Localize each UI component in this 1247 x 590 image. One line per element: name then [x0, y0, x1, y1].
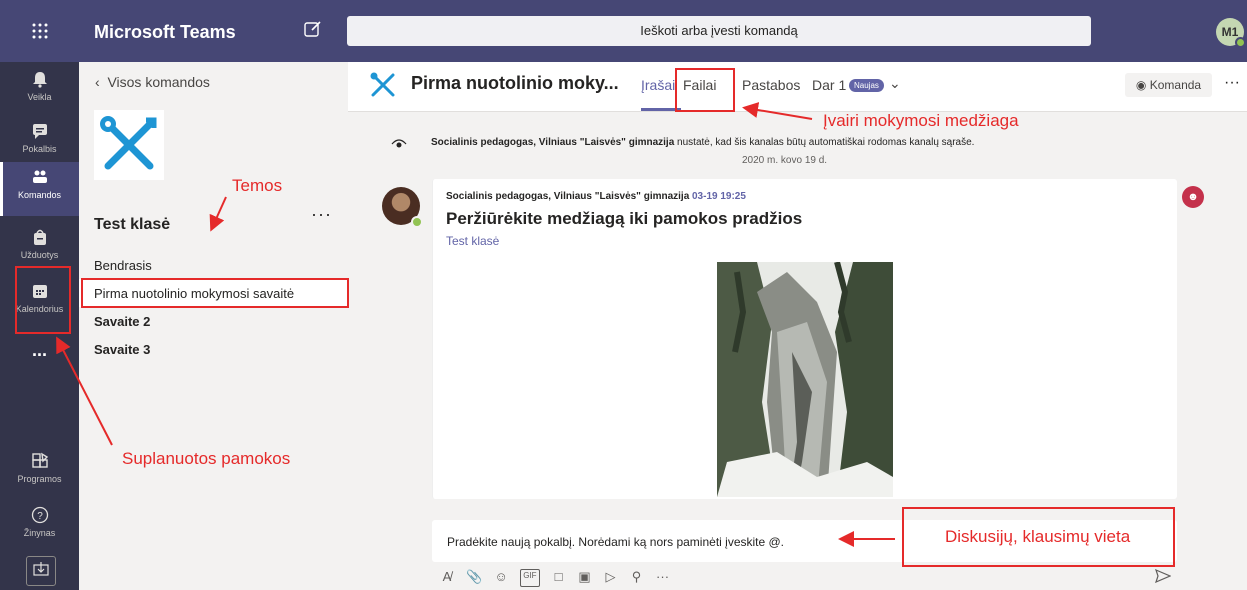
- participants-icon[interactable]: ☻: [1182, 186, 1204, 208]
- new-chat-icon[interactable]: [304, 20, 324, 40]
- emoji-icon[interactable]: ☺: [494, 569, 508, 587]
- tab-more[interactable]: Dar 1: [812, 77, 846, 93]
- chat-icon: [31, 122, 49, 140]
- download-icon[interactable]: [26, 556, 56, 586]
- assignments-icon: [31, 228, 49, 246]
- status-available-icon: [1235, 37, 1246, 48]
- system-message-author: Socialinis pedagogas, Vilniaus "Laisvės"…: [431, 137, 675, 148]
- channel-title: Pirma nuotolinio moky...: [411, 73, 619, 93]
- tab-posts[interactable]: Įrašai: [641, 77, 675, 93]
- eye-icon: [391, 138, 407, 153]
- new-badge: Naujas: [849, 79, 884, 92]
- rail-label: Komandos: [17, 190, 62, 200]
- avatar-initials: M1: [1221, 25, 1239, 39]
- post-image[interactable]: [717, 261, 893, 497]
- team-button-label: Komanda: [1149, 78, 1202, 92]
- bell-icon: [31, 70, 49, 88]
- gif-icon[interactable]: GIF: [520, 569, 540, 587]
- author-avatar: [382, 187, 423, 228]
- annotation-temos: Temos: [232, 176, 283, 195]
- tab-notes[interactable]: Pastabos: [742, 77, 800, 93]
- stream-icon[interactable]: ▷: [604, 569, 618, 587]
- system-message-text: nustatė, kad šis kanalas būtų automatišk…: [674, 137, 975, 148]
- teams-icon: [31, 168, 49, 186]
- back-label: Visos komandos: [107, 74, 210, 90]
- rail-label: Pokalbis: [22, 144, 57, 154]
- praise-icon[interactable]: ⚲: [630, 569, 644, 587]
- annotation-box-channel: [81, 278, 349, 308]
- rail-item-activity[interactable]: Veikla: [0, 64, 79, 118]
- rail-more-icon[interactable]: ...: [0, 340, 79, 370]
- team-button[interactable]: ◉ Komanda: [1125, 73, 1212, 97]
- channel-week-2[interactable]: Savaite 2: [94, 314, 150, 329]
- post-time: 03-19 19:25: [692, 191, 746, 202]
- channel-week-3[interactable]: Savaite 3: [94, 342, 150, 357]
- system-message-date: 2020 m. kovo 19 d.: [742, 155, 828, 166]
- annotation-box-files: [675, 68, 735, 112]
- annotation-planned: Suplanuotos pamokos: [122, 449, 291, 468]
- annotation-discussion: Diskusijų, klausimų vieta: [945, 527, 1131, 546]
- meet-now-icon[interactable]: ▣: [578, 569, 592, 587]
- annotation-box-calendar: [15, 266, 71, 334]
- status-available-icon: [411, 216, 423, 228]
- help-icon: ?: [31, 506, 49, 524]
- post-team-link[interactable]: Test klasė: [446, 234, 499, 248]
- post-subject: Peržiūrėkite medžiagą iki pamokos pradži…: [446, 209, 803, 228]
- apps-icon: [31, 452, 49, 470]
- rail-label: Veikla: [27, 92, 52, 102]
- attach-icon[interactable]: 📎: [466, 569, 482, 587]
- post-author: Socialinis pedagogas, Vilniaus "Laisvės"…: [446, 191, 690, 202]
- sticker-icon[interactable]: □: [552, 569, 566, 587]
- user-avatar[interactable]: M1: [1216, 18, 1246, 48]
- chevron-down-icon[interactable]: ⌄: [889, 75, 901, 92]
- channel-tools-icon: [368, 70, 398, 100]
- compose-input[interactable]: Pradėkite naują pokalbį. Norėdami ką nor…: [447, 535, 784, 549]
- search-input[interactable]: Ieškoti arba įvesti komandą: [347, 16, 1091, 46]
- system-message: Socialinis pedagogas, Vilniaus "Laisvės"…: [431, 137, 974, 148]
- chevron-left-icon: ‹: [95, 74, 108, 90]
- team-logo: [94, 110, 164, 180]
- app-title: Microsoft Teams: [94, 22, 236, 42]
- back-to-teams-link[interactable]: ‹ Visos komandos: [95, 74, 210, 90]
- compose-toolbar: A̸ 📎 ☺ GIF □ ▣ ▷ ⚲ ···: [440, 569, 670, 587]
- rail-label: Programos: [17, 474, 62, 484]
- svg-text:?: ?: [37, 511, 43, 522]
- more-options-icon[interactable]: ···: [656, 569, 670, 587]
- format-icon[interactable]: A̸: [440, 569, 454, 587]
- eye-icon: ◉: [1135, 78, 1150, 92]
- team-name: Test klasė: [94, 216, 171, 233]
- annotation-materials: Įvairi mokymosi medžiaga: [823, 111, 1019, 130]
- rail-item-teams[interactable]: Komandos: [0, 162, 79, 216]
- more-options-icon[interactable]: ···: [1224, 74, 1240, 92]
- rail-item-help[interactable]: ? Žinynas: [0, 500, 79, 554]
- team-more-options-icon[interactable]: ···: [311, 204, 332, 225]
- send-icon[interactable]: [1155, 568, 1172, 586]
- rail-item-apps[interactable]: Programos: [0, 446, 79, 500]
- channel-general[interactable]: Bendrasis: [94, 258, 152, 273]
- app-launcher-icon[interactable]: [0, 0, 79, 62]
- rail-label: Užduotys: [20, 250, 59, 260]
- rail-label: Žinynas: [23, 528, 56, 538]
- tools-icon: [100, 116, 157, 170]
